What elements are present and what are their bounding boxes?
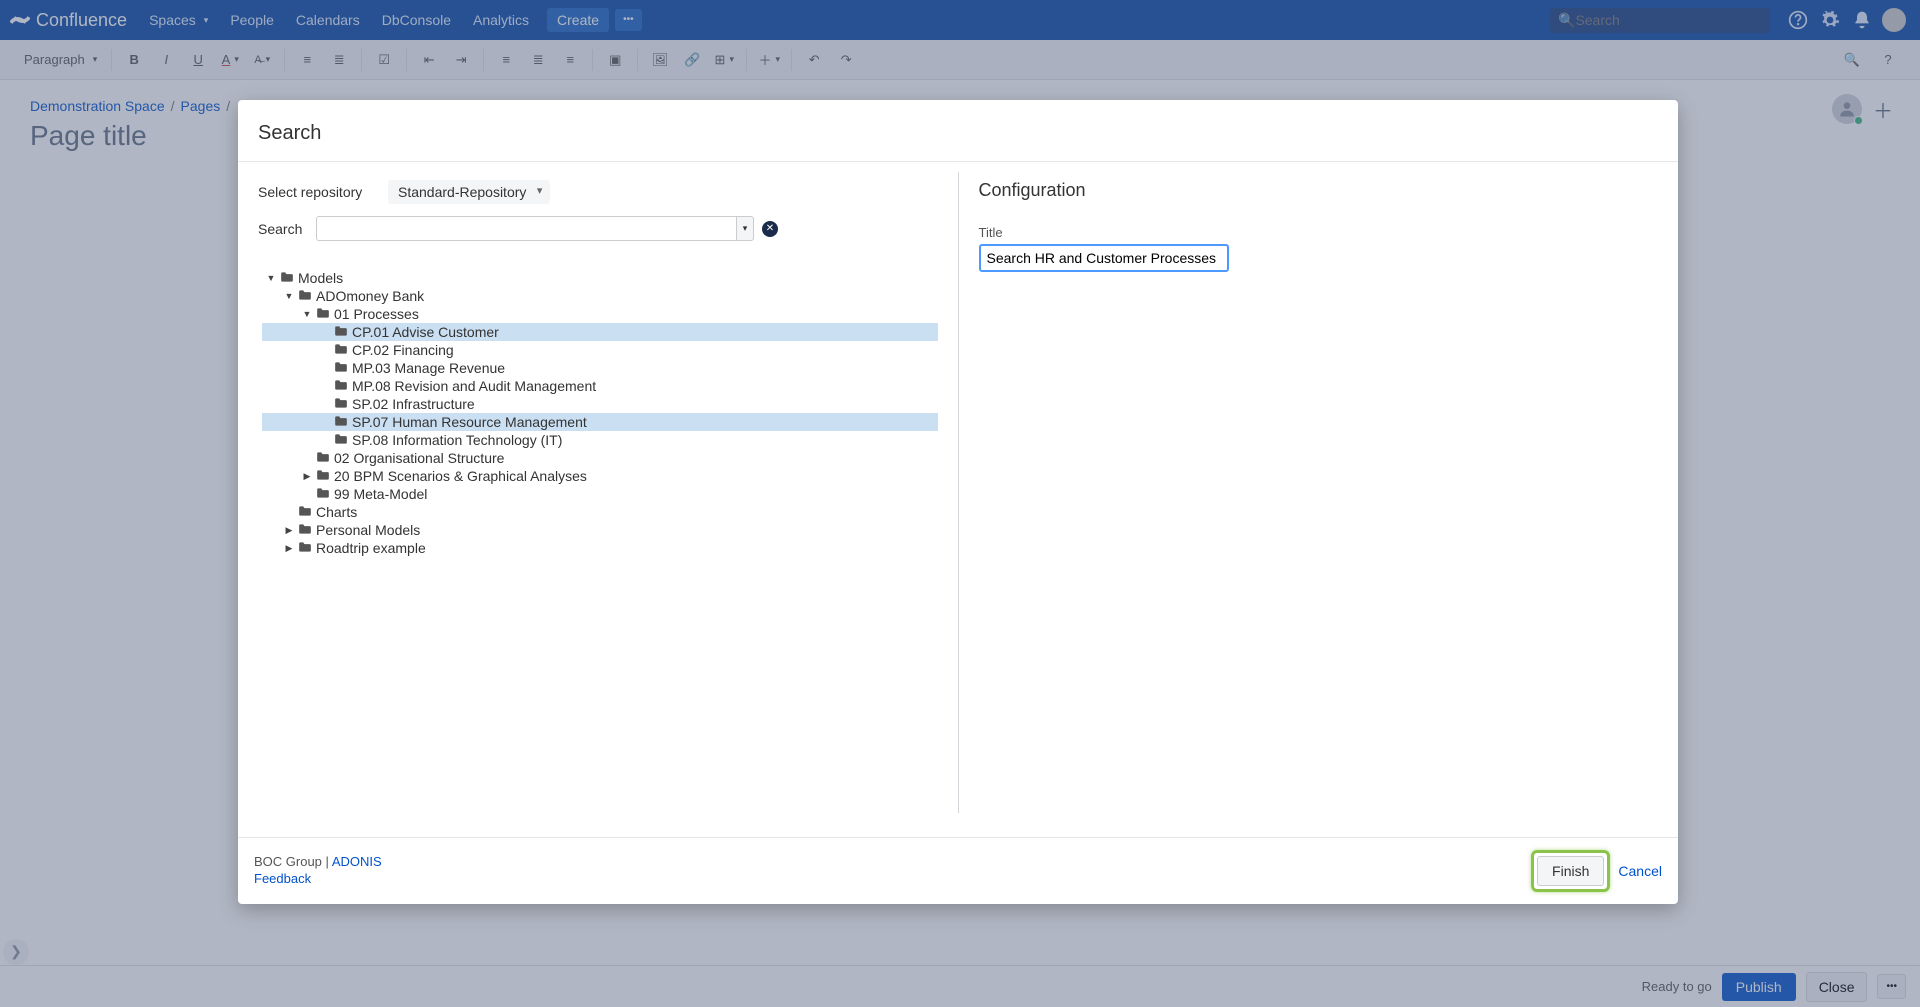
tree-node[interactable]: SP.07 Human Resource Management [262,413,938,431]
tree-node-label[interactable]: SP.08 Information Technology (IT) [352,432,562,448]
adonis-link[interactable]: ADONIS [332,854,382,869]
select-repository-label: Select repository [258,184,378,200]
tree-node[interactable]: 99 Meta-Model [262,485,938,503]
tree-node[interactable]: Charts [262,503,938,521]
tree-node[interactable]: ▼ Models [262,269,938,287]
folder-icon [334,342,348,358]
repository-tree: ▼ Models ▼ ADOmoney Bank ▼ 01 Processes CP.01 … [262,269,938,557]
folder-icon [334,324,348,340]
folder-icon [280,270,294,286]
tree-node-label[interactable]: 99 Meta-Model [334,486,427,502]
tree-twisty-icon[interactable]: ▼ [284,291,294,301]
finish-highlight: Finish [1531,850,1610,892]
finish-button[interactable]: Finish [1537,856,1604,886]
tree-node-label[interactable]: MP.03 Manage Revenue [352,360,505,376]
tree-node-label[interactable]: Personal Models [316,522,420,538]
repository-select[interactable]: Standard-Repository [388,180,550,204]
modal-search-input[interactable] [316,216,736,241]
tree-node-label[interactable]: Charts [316,504,357,520]
modal-footer-brand: BOC Group | ADONIS Feedback [254,854,382,888]
folder-icon [316,486,330,502]
tree-twisty-icon[interactable]: ▼ [266,273,276,283]
tree-node[interactable]: SP.08 Information Technology (IT) [262,431,938,449]
cancel-link[interactable]: Cancel [1618,863,1662,879]
folder-icon [316,468,330,484]
configuration-heading: Configuration [979,180,1659,201]
tree-node[interactable]: ▶ 20 BPM Scenarios & Graphical Analyses [262,467,938,485]
tree-twisty-icon[interactable]: ▶ [284,543,294,554]
folder-icon [316,450,330,466]
tree-twisty-icon[interactable]: ▼ [302,309,312,319]
tree-node-label[interactable]: 20 BPM Scenarios & Graphical Analyses [334,468,587,484]
folder-icon [298,522,312,538]
feedback-link[interactable]: Feedback [254,871,311,886]
tree-node[interactable]: CP.02 Financing [262,341,938,359]
search-dropdown-button[interactable]: ▾ [736,216,754,241]
tree-node[interactable]: CP.01 Advise Customer [262,323,938,341]
tree-node[interactable]: MP.03 Manage Revenue [262,359,938,377]
tree-node-label[interactable]: SP.02 Infrastructure [352,396,475,412]
search-modal: Search Select repository Standard-Reposi… [238,100,1678,904]
folder-icon [334,360,348,376]
folder-icon [298,504,312,520]
search-label: Search [258,221,306,237]
folder-icon [334,396,348,412]
modal-left-pane: Select repository Standard-Repository Se… [238,162,958,837]
tree-node[interactable]: 02 Organisational Structure [262,449,938,467]
folder-icon [316,306,330,322]
tree-node[interactable]: ▶ Personal Models [262,521,938,539]
tree-node-label[interactable]: Models [298,270,343,286]
tree-node-label[interactable]: MP.08 Revision and Audit Management [352,378,596,394]
tree-node-label[interactable]: ADOmoney Bank [316,288,424,304]
tree-node[interactable]: ▶ Roadtrip example [262,539,938,557]
tree-twisty-icon[interactable]: ▶ [302,471,312,482]
folder-icon [334,378,348,394]
config-title-input[interactable] [979,244,1229,272]
folder-icon [298,288,312,304]
tree-twisty-icon[interactable]: ▶ [284,525,294,536]
tree-node[interactable]: SP.02 Infrastructure [262,395,938,413]
modal-title: Search [258,122,1658,145]
clear-search-icon[interactable]: ✕ [762,221,778,237]
tree-node-label[interactable]: SP.07 Human Resource Management [352,414,587,430]
tree-node-label[interactable]: Roadtrip example [316,540,426,556]
modal-footer: BOC Group | ADONIS Feedback Finish Cance… [238,837,1678,904]
tree-node-label[interactable]: CP.02 Financing [352,342,454,358]
folder-icon [334,414,348,430]
tree-node[interactable]: MP.08 Revision and Audit Management [262,377,938,395]
modal-right-pane: Configuration Title [959,162,1679,837]
title-field-label: Title [979,225,1659,240]
modal-header: Search [238,100,1678,162]
folder-icon [298,540,312,556]
tree-node-label[interactable]: CP.01 Advise Customer [352,324,499,340]
tree-node-label[interactable]: 01 Processes [334,306,419,322]
tree-node[interactable]: ▼ 01 Processes [262,305,938,323]
tree-node[interactable]: ▼ ADOmoney Bank [262,287,938,305]
tree-node-label[interactable]: 02 Organisational Structure [334,450,504,466]
folder-icon [334,432,348,448]
